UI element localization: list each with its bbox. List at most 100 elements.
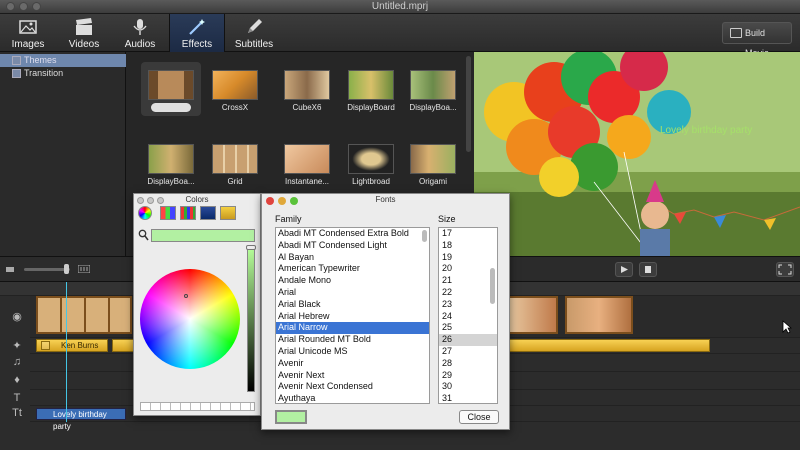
font-size-item[interactable]: 22 — [439, 287, 497, 299]
effect-thumbnail — [212, 70, 258, 100]
clapper-icon — [76, 18, 92, 35]
film-icon — [730, 28, 742, 38]
tab-videos[interactable]: Videos — [56, 14, 112, 52]
sidebar-item-themes[interactable]: Themes — [0, 54, 126, 67]
effect-thumbnail — [148, 144, 194, 174]
colors-panel: Colors — [133, 193, 261, 416]
brightness-slider-thumb[interactable] — [246, 245, 256, 250]
subtitle-clip[interactable]: Lovely birthday party — [36, 408, 126, 431]
font-size-item[interactable]: 19 — [439, 252, 497, 264]
zoom-out-icon[interactable] — [6, 265, 16, 273]
text-color-swatch[interactable] — [275, 410, 307, 424]
font-family-item[interactable]: Abadi MT Condensed Extra Bold — [276, 228, 429, 240]
close-button[interactable]: Close — [459, 410, 499, 424]
font-size-item[interactable]: 30 — [439, 381, 497, 393]
sliders-mode-icon[interactable] — [160, 206, 176, 220]
font-size-item[interactable]: 27 — [439, 346, 497, 358]
effect-clip[interactable]: Ken Burns — [36, 339, 108, 352]
brightness-slider[interactable] — [247, 247, 255, 392]
font-size-list[interactable]: 17 18 19 20 21 22 23 24 25 26 27 28 29 3… — [438, 227, 498, 404]
color-wheel[interactable] — [140, 269, 240, 369]
sidebar-item-transition[interactable]: Transition — [0, 67, 126, 80]
tab-images[interactable]: Images — [0, 14, 56, 52]
font-family-item[interactable]: Avenir Next Condensed — [276, 381, 429, 393]
font-family-item[interactable]: Abadi MT Condensed Light — [276, 240, 429, 252]
font-family-item[interactable]: Ayuthaya — [276, 393, 429, 403]
font-family-item[interactable]: Arial — [276, 287, 429, 299]
font-size-item[interactable]: 25 — [439, 322, 497, 334]
palettes-mode-icon[interactable] — [180, 206, 196, 220]
font-family-scrollbar[interactable] — [422, 230, 427, 242]
stop-button[interactable] — [639, 262, 657, 277]
font-size-item[interactable]: 17 — [439, 228, 497, 240]
font-size-scrollbar[interactable] — [490, 268, 495, 304]
camera-track-icon: ◉ — [12, 311, 22, 323]
font-family-item[interactable]: Avenir — [276, 358, 429, 370]
timeline-playhead[interactable] — [66, 282, 67, 422]
app-window: Untitled.mprj Images Videos Audios Effec… — [0, 0, 800, 450]
effect-thumbnail — [284, 144, 330, 174]
zoom-slider-thumb[interactable] — [64, 264, 69, 274]
font-size-item[interactable]: 23 — [439, 299, 497, 311]
image-clip[interactable] — [36, 296, 132, 334]
effect-label: Origami — [418, 177, 447, 186]
colors-panel-title: Colors — [185, 195, 209, 204]
music-track-icon: ♫ — [12, 356, 22, 368]
font-size-item-selected[interactable]: 26 — [439, 334, 497, 346]
play-button[interactable] — [615, 262, 633, 277]
font-family-item[interactable]: Arial Unicode MS — [276, 346, 429, 358]
color-wheel-mode-icon[interactable] — [138, 206, 152, 220]
font-size-item[interactable]: 21 — [439, 275, 497, 287]
font-family-item[interactable]: Arial Hebrew — [276, 311, 429, 323]
font-family-item[interactable]: Arial Black — [276, 299, 429, 311]
effect-label: Themes — [150, 103, 192, 112]
tab-audios[interactable]: Audios — [112, 14, 168, 52]
effect-origami[interactable]: Origami — [397, 132, 469, 192]
font-family-item[interactable]: Al Bayan — [276, 252, 429, 264]
zoom-in-icon[interactable] — [78, 265, 90, 273]
image-clip[interactable] — [565, 296, 633, 334]
font-family-list[interactable]: Abadi MT Condensed Extra Bold Abadi MT C… — [275, 227, 430, 404]
build-movie-button[interactable]: Build Movie — [722, 22, 792, 58]
family-column-header: Family — [275, 214, 302, 224]
font-family-item[interactable]: Andale Mono — [276, 275, 429, 287]
effect-displayboard-3[interactable]: DisplayBoa... — [135, 132, 207, 192]
effect-displayboard-2[interactable]: DisplayBoa... — [397, 58, 469, 118]
fonts-panel-title: Fonts — [375, 195, 396, 204]
effect-themes[interactable]: Themes — [135, 58, 207, 118]
effect-thumbnail — [348, 144, 394, 174]
crayons-mode-icon[interactable] — [220, 206, 236, 220]
effect-cubex6[interactable]: CubeX6 — [271, 58, 343, 118]
font-family-item[interactable]: Arial Rounded MT Bold — [276, 334, 429, 346]
image-palettes-mode-icon[interactable] — [200, 206, 216, 220]
effects-scrollbar[interactable] — [466, 56, 471, 152]
font-size-item[interactable]: 29 — [439, 370, 497, 382]
sidebar-item-label: Themes — [24, 55, 57, 65]
fullscreen-button[interactable] — [776, 262, 794, 277]
font-size-item[interactable]: 18 — [439, 240, 497, 252]
size-column-header: Size — [438, 214, 456, 224]
font-size-item[interactable]: 31 — [439, 393, 497, 403]
tab-subtitles[interactable]: Subtitles — [226, 14, 282, 52]
font-size-item[interactable]: 20 — [439, 263, 497, 275]
effect-grid[interactable]: Grid — [199, 132, 271, 192]
tab-label: Images — [11, 39, 45, 50]
effect-instantane[interactable]: Instantane... — [271, 132, 343, 192]
font-family-item[interactable]: American Typewriter — [276, 263, 429, 275]
saved-swatches[interactable] — [140, 402, 255, 411]
tab-effects[interactable]: Effects — [169, 14, 225, 52]
tab-label: Videos — [68, 39, 100, 50]
color-picker-cursor[interactable] — [184, 294, 188, 298]
font-size-item[interactable]: 24 — [439, 311, 497, 323]
font-family-item[interactable]: Avenir Next — [276, 370, 429, 382]
themes-icon — [12, 56, 21, 65]
image-clip[interactable] — [508, 296, 558, 334]
font-family-item-selected[interactable]: Arial Narrow — [276, 322, 429, 335]
sidebar-item-label: Transition — [24, 68, 64, 78]
effect-crossx[interactable]: CrossX — [199, 58, 271, 118]
effect-label: CubeX6 — [292, 103, 322, 112]
font-size-item[interactable]: 28 — [439, 358, 497, 370]
color-search-input[interactable] — [151, 229, 255, 242]
effect-label: CrossX — [221, 103, 249, 112]
clip-handle-icon — [41, 341, 50, 350]
